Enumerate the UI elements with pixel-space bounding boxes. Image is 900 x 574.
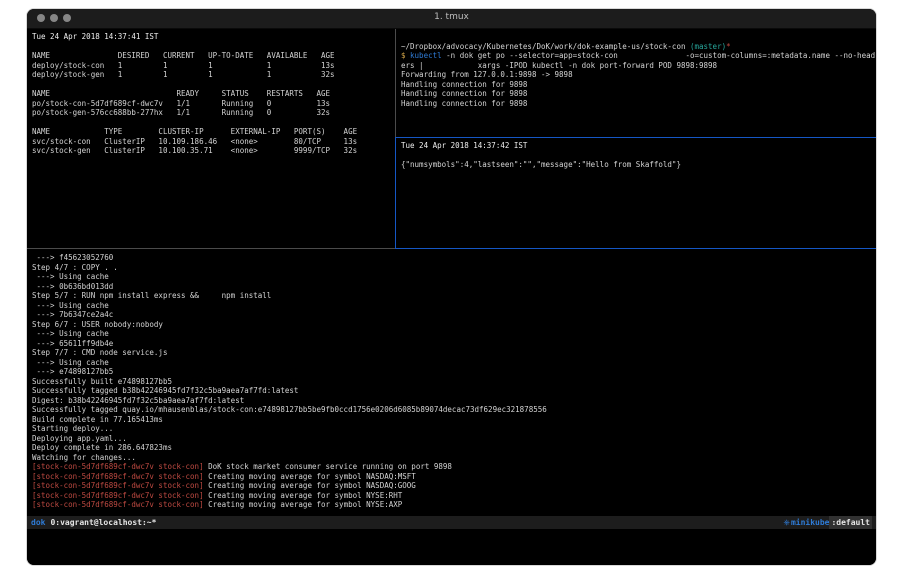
terminal-line: Forwarding from 127.0.0.1:9898 -> 9898 <box>401 70 875 80</box>
terminal-line: Handling connection for 9898 <box>401 99 875 109</box>
tmux-status-bar: dok 0:vagrant@localhost:~* ⎈ minikube :d… <box>27 516 876 529</box>
screenshot-page: 1. tmux Tue 24 Apr 2018 14:37:41 IST NAM… <box>0 0 900 574</box>
terminal-line: ---> Using cache <box>32 358 876 368</box>
status-right-segment: ⎈ minikube :default <box>784 516 872 529</box>
terminal-line: [stock-con-5d7df689cf-dwc7v stock-con] C… <box>32 491 876 501</box>
status-kube-namespace: :default <box>829 516 872 529</box>
terminal-line: {"numsymbols":4,"lastseen":"","message":… <box>401 160 875 170</box>
terminal-line: ---> 7b6347ce2a4c <box>32 310 876 320</box>
terminal-line: deploy/stock-gen 1 1 1 1 32s <box>32 70 395 80</box>
terminal-line <box>32 42 395 52</box>
terminal-line: Deploy complete in 286.647823ms <box>32 443 876 453</box>
status-kube-context: minikube <box>791 516 830 529</box>
terminal-line: ---> f45623052760 <box>32 253 876 263</box>
terminal-line: Watching for changes... <box>32 453 876 463</box>
terminal-line: po/stock-gen-576cc688bb-277hx 1/1 Runnin… <box>32 108 395 118</box>
terminal-line: Step 7/7 : CMD node service.js <box>32 348 876 358</box>
pane-service-response[interactable]: Tue 24 Apr 2018 14:37:42 IST {"numsymbol… <box>397 138 875 251</box>
terminal-line: Digest: b38b42246945fd7f32c5ba9aea7af7fd… <box>32 396 876 406</box>
terminal-line: $ kubectl -n dok get po --selector=app=s… <box>401 51 875 61</box>
status-session-name: dok <box>31 516 45 529</box>
tmux-terminal: Tue 24 Apr 2018 14:37:41 IST NAME DESIRE… <box>27 29 876 565</box>
terminal-line: ---> Using cache <box>32 272 876 282</box>
terminal-line: svc/stock-gen ClusterIP 10.100.35.71 <no… <box>32 146 395 156</box>
pane-kubectl-watch[interactable]: Tue 24 Apr 2018 14:37:41 IST NAME DESIRE… <box>27 29 395 251</box>
terminal-line: Handling connection for 9898 <box>401 89 875 99</box>
terminal-line: ---> Using cache <box>32 329 876 339</box>
terminal-line: NAME TYPE CLUSTER-IP EXTERNAL-IP PORT(S)… <box>32 127 395 137</box>
terminal-line: [stock-con-5d7df689cf-dwc7v stock-con] C… <box>32 472 876 482</box>
terminal-line: [stock-con-5d7df689cf-dwc7v stock-con] C… <box>32 500 876 510</box>
active-pane-border-top[interactable] <box>395 137 876 138</box>
terminal-line: Successfully built e74898127bb5 <box>32 377 876 387</box>
terminal-line <box>401 32 875 42</box>
terminal-window: 1. tmux Tue 24 Apr 2018 14:37:41 IST NAM… <box>27 9 876 565</box>
terminal-line: po/stock-con-5d7df689cf-dwc7v 1/1 Runnin… <box>32 99 395 109</box>
window-title: 1. tmux <box>27 12 876 22</box>
terminal-line: Step 4/7 : COPY . . <box>32 263 876 273</box>
terminal-line: ~/Dropbox/advocacy/Kubernetes/DoK/work/d… <box>401 42 875 52</box>
terminal-line: [stock-con-5d7df689cf-dwc7v stock-con] D… <box>32 462 876 472</box>
pane-divider-horizontal[interactable] <box>27 248 395 249</box>
terminal-line: NAME DESIRED CURRENT UP-TO-DATE AVAILABL… <box>32 51 395 61</box>
terminal-line: NAME READY STATUS RESTARTS AGE <box>32 89 395 99</box>
terminal-line: ---> 65611ff9db4e <box>32 339 876 349</box>
terminal-line: Handling connection for 9898 <box>401 80 875 90</box>
terminal-line <box>401 151 875 161</box>
terminal-line: ers | xargs -IPOD kubectl -n dok port-fo… <box>401 61 875 71</box>
terminal-line: Step 6/7 : USER nobody:nobody <box>32 320 876 330</box>
terminal-line: ---> Using cache <box>32 301 876 311</box>
terminal-line: ---> e74898127bb5 <box>32 367 876 377</box>
kubernetes-helm-icon: ⎈ <box>784 516 790 529</box>
terminal-line: Tue 24 Apr 2018 14:37:41 IST <box>32 32 395 42</box>
terminal-line: Deploying app.yaml... <box>32 434 876 444</box>
terminal-line: svc/stock-con ClusterIP 10.109.186.46 <n… <box>32 137 395 147</box>
terminal-line: deploy/stock-con 1 1 1 1 13s <box>32 61 395 71</box>
status-window-label[interactable]: 0:vagrant@localhost:~* <box>50 516 156 529</box>
pane-divider-vertical[interactable] <box>395 29 396 137</box>
terminal-line <box>32 80 395 90</box>
pane-port-forward[interactable]: ~/Dropbox/advocacy/Kubernetes/DoK/work/d… <box>397 29 875 140</box>
terminal-line: Step 5/7 : RUN npm install express && np… <box>32 291 876 301</box>
terminal-line: Successfully tagged b38b42246945fd7f32c5… <box>32 386 876 396</box>
terminal-line: ---> 0b636bd013dd <box>32 282 876 292</box>
terminal-line <box>32 118 395 128</box>
window-titlebar: 1. tmux <box>27 9 876 29</box>
terminal-line: Starting deploy... <box>32 424 876 434</box>
active-pane-border-bottom[interactable] <box>395 248 876 249</box>
pane-skaffold-log[interactable]: ---> f45623052760Step 4/7 : COPY . . ---… <box>27 250 876 519</box>
terminal-line: [stock-con-5d7df689cf-dwc7v stock-con] C… <box>32 481 876 491</box>
active-pane-border-left[interactable] <box>395 137 396 248</box>
terminal-line: Successfully tagged quay.io/mhausenblas/… <box>32 405 876 415</box>
terminal-line: Build complete in 77.165413ms <box>32 415 876 425</box>
terminal-line: Tue 24 Apr 2018 14:37:42 IST <box>401 141 875 151</box>
